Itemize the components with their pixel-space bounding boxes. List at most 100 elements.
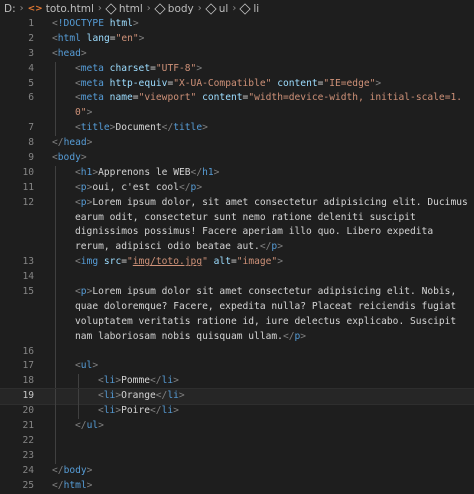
indent-guide: [55, 106, 56, 122]
line-number: 25: [22, 479, 34, 491]
element-icon: [105, 2, 117, 15]
code-token: >: [173, 375, 179, 387]
line-number: 11: [22, 181, 34, 193]
code-token: >: [86, 137, 93, 149]
code-line[interactable]: 20 <li>Poire</li>: [0, 404, 474, 420]
code-line[interactable]: 22: [0, 433, 474, 449]
code-line[interactable]: 14: [0, 270, 474, 286]
code-line[interactable]: nam laboriosam nobis quisquam ullam.</p>: [0, 329, 474, 345]
code-editor[interactable]: 1 <!DOCTYPE html> 2 <html lang="en"> 3 <head>…: [0, 17, 474, 494]
code-line[interactable]: 0">: [0, 106, 474, 122]
code-line[interactable]: 7 <title>Document</title>: [0, 121, 474, 137]
code-line[interactable]: rerum, adipisci odio beatae aut.</p>: [0, 240, 474, 256]
code-token: img/toto.jpg: [132, 256, 203, 268]
code-text: <ul>: [75, 359, 470, 374]
code-line[interactable]: 18 <li>Pomme</li>: [0, 374, 474, 390]
code-line[interactable]: 13 <img src="img/toto.jpg" alt="image">: [0, 255, 474, 271]
code-token: lang: [86, 32, 110, 44]
code-token: >: [213, 166, 220, 178]
code-token: meta: [80, 62, 104, 74]
line-number: 3: [28, 47, 34, 59]
indent-guide: [55, 255, 56, 271]
indent-guide: [55, 121, 56, 137]
code-token: rerum, adipisci odio beatae aut.: [75, 241, 260, 253]
code-token: </: [150, 375, 162, 387]
breadcrumb-drive[interactable]: D:: [4, 3, 16, 15]
code-line[interactable]: 24 </body>: [0, 464, 474, 479]
indent-guide: [55, 344, 56, 360]
breadcrumb-item-ul[interactable]: ul: [205, 3, 228, 15]
code-token: !DOCTYPE: [57, 18, 104, 29]
line-number: 13: [22, 256, 34, 268]
element-icon: [239, 2, 252, 15]
code-line[interactable]: 16: [0, 344, 474, 360]
line-number: 4: [28, 62, 34, 74]
indent-guide: [55, 389, 56, 405]
code-token: >: [86, 464, 93, 476]
breadcrumb-item-html[interactable]: html: [105, 2, 143, 15]
code-line[interactable]: 10 <h1>Apprenons le WEB</h1>: [0, 165, 474, 181]
code-token: li: [167, 390, 179, 402]
code-line[interactable]: 9 <body>: [0, 151, 474, 166]
line-number: 18: [22, 375, 34, 387]
indent-guide: [55, 270, 56, 286]
code-line[interactable]: quae doloremque? Facere, expedita nulla?…: [0, 299, 474, 315]
line-number: 24: [22, 464, 34, 476]
code-text: <li>Poire</li>: [98, 404, 470, 419]
indent-guide: [55, 419, 56, 434]
indent-guide: [55, 61, 56, 77]
code-line[interactable]: 19 <li>Orange</li>: [0, 388, 474, 406]
line-number: 14: [22, 271, 34, 283]
code-line[interactable]: 5 <meta http-equiv="X-UA-Compatible" cont…: [0, 76, 474, 92]
code-line[interactable]: voluptatem veritatis ratione id, iure de…: [0, 314, 474, 330]
code-line[interactable]: dignissimos possimus! Facere aperiam ill…: [0, 225, 474, 241]
indent-guide: [55, 448, 56, 464]
code-token: >: [277, 256, 283, 268]
breadcrumb-file[interactable]: <> toto.html: [28, 3, 94, 15]
code-line[interactable]: 3 <head>: [0, 47, 474, 62]
code-token: html: [109, 18, 133, 29]
code-line[interactable]: 21 </ul>: [0, 419, 474, 434]
code-token: >: [80, 47, 87, 59]
code-line[interactable]: 23: [0, 448, 474, 464]
code-token: Lorem ipsum dolor sit amet consectetur a…: [92, 286, 457, 298]
code-text: <p>oui, c'est cool</p>: [75, 181, 470, 196]
code-line[interactable]: 1 <!DOCTYPE html>: [0, 17, 474, 32]
indent-guide: [78, 389, 79, 405]
code-text: 0">: [75, 106, 470, 121]
indent-guide: [55, 165, 56, 181]
code-line[interactable]: 15 <p>Lorem ipsum dolor sit amet consecte…: [0, 285, 474, 300]
code-line[interactable]: 11 <p>oui, c'est cool</p>: [0, 180, 474, 196]
code-token: >: [196, 181, 203, 193]
code-line[interactable]: 4 <meta charset="UTF-8">: [0, 61, 474, 77]
code-token: head: [57, 47, 81, 59]
code-line[interactable]: 17 <ul>: [0, 359, 474, 375]
code-token: </: [178, 181, 191, 193]
breadcrumb-item-li[interactable]: li: [239, 2, 259, 15]
code-line[interactable]: earum odit, consectetur sunt nemo ration…: [0, 210, 474, 226]
line-number: 20: [22, 405, 34, 417]
indent-guide: [55, 285, 56, 300]
line-number: 21: [22, 420, 34, 432]
code-token: </: [190, 166, 203, 178]
code-line[interactable]: 12 <p>Lorem ipsum dolor, sit amet consect…: [0, 195, 474, 211]
line-number: 2: [28, 32, 34, 44]
code-token: </: [52, 137, 64, 149]
code-text: <li>Pomme</li>: [98, 374, 470, 389]
code-line[interactable]: 8 </head>: [0, 136, 474, 151]
code-text: </head>: [52, 136, 470, 151]
line-number: 1: [28, 18, 34, 29]
breadcrumb-item-body[interactable]: body: [154, 2, 194, 15]
breadcrumb-item-label: body: [167, 2, 194, 15]
code-token: "IE=edge": [323, 77, 376, 89]
code-token: >: [98, 420, 104, 432]
code-line[interactable]: 25 </html>: [0, 479, 474, 494]
line-number: 7: [28, 122, 34, 134]
code-line[interactable]: 6 <meta name="viewport" content="width=de…: [0, 91, 474, 107]
code-token: "viewport": [138, 92, 197, 104]
code-line[interactable]: 2 <html lang="en">: [0, 32, 474, 47]
line-number: 17: [22, 360, 34, 372]
code-text: <img src="img/toto.jpg" alt="image">: [75, 255, 470, 270]
chevron-right-icon: ›: [19, 3, 24, 14]
code-text: </ul>: [75, 419, 470, 434]
